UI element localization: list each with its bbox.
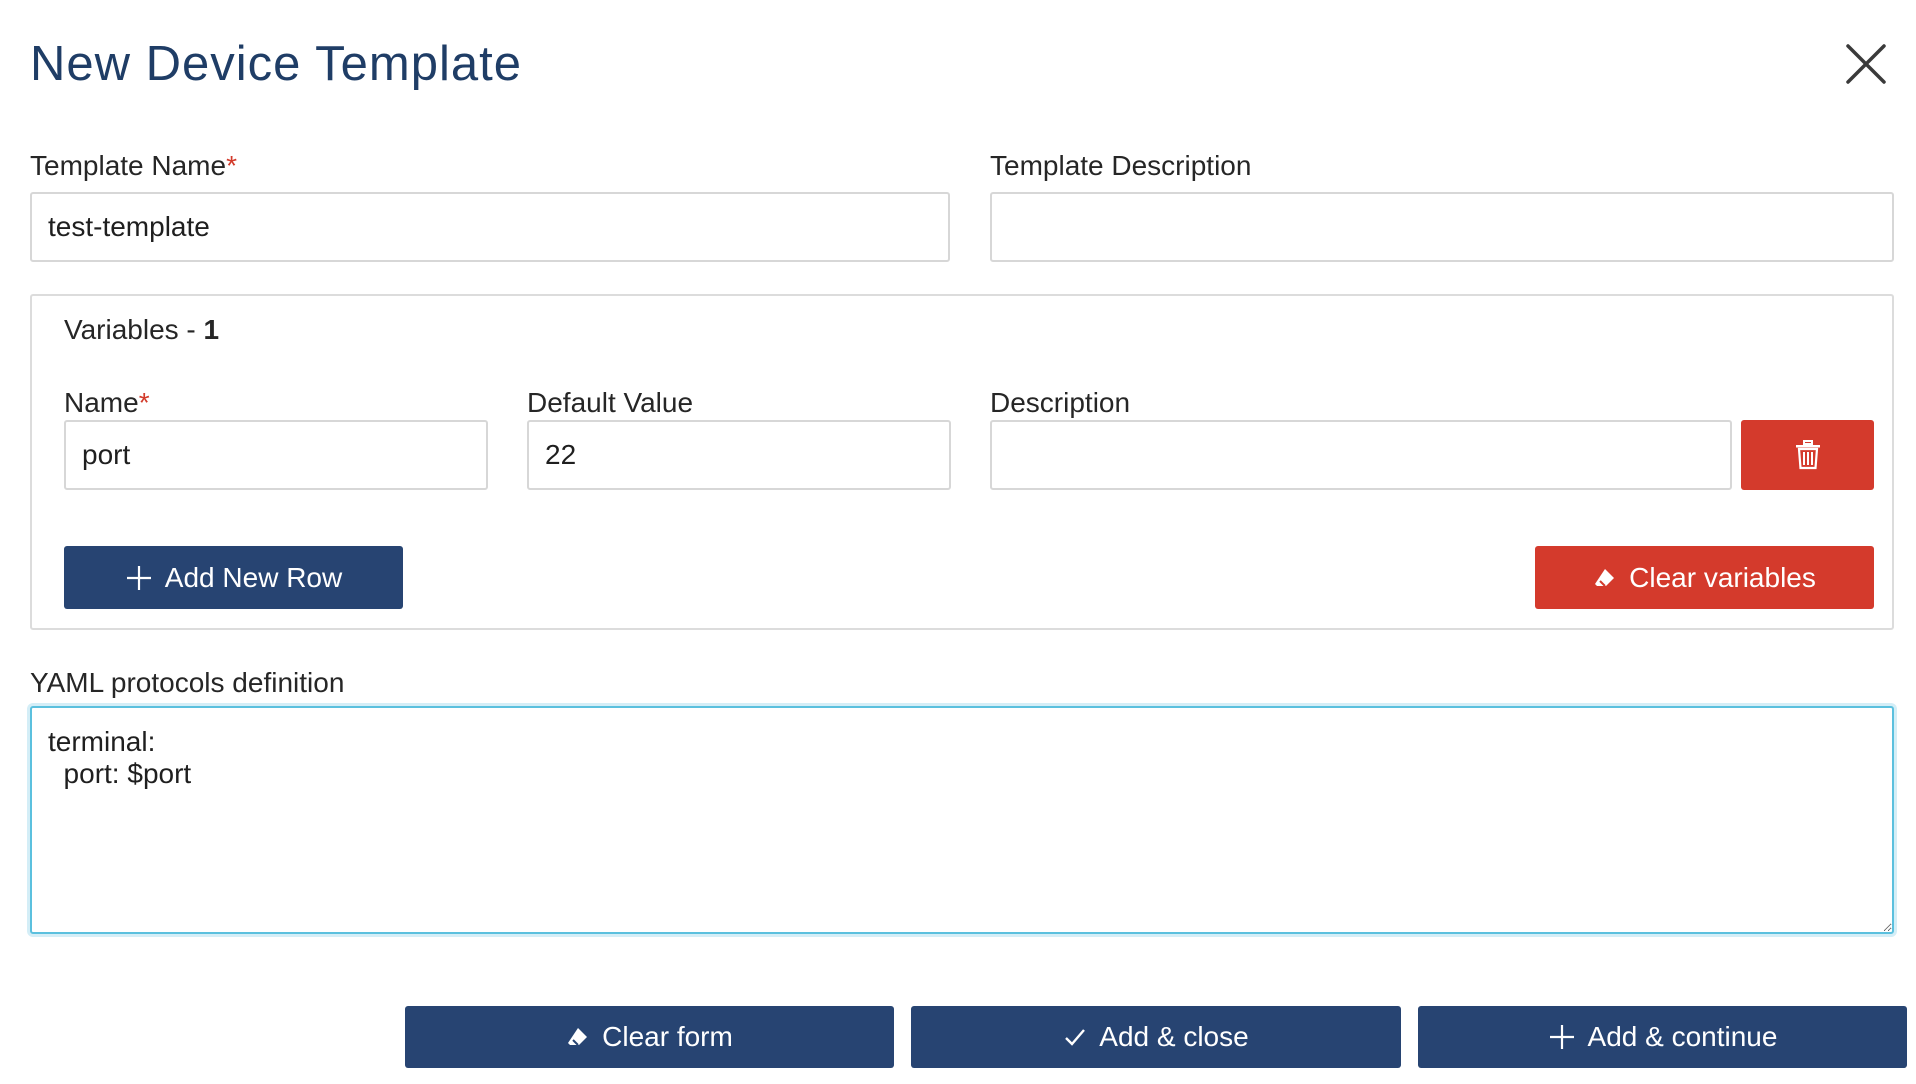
variable-default-value-label: Default Value xyxy=(527,387,694,418)
trash-icon xyxy=(1795,440,1821,470)
variable-description-label: Description xyxy=(990,387,1131,418)
variable-default-value-input[interactable] xyxy=(527,420,951,490)
dialog-title: New Device Template xyxy=(30,37,522,91)
template-name-input[interactable] xyxy=(30,192,950,262)
close-icon xyxy=(1846,44,1886,84)
add-new-row-button[interactable]: Add New Row xyxy=(64,546,403,609)
yaml-editor[interactable] xyxy=(30,706,1894,934)
eraser-icon xyxy=(1593,566,1617,590)
template-description-input[interactable] xyxy=(990,192,1894,262)
clear-variables-button[interactable]: Clear variables xyxy=(1535,546,1874,609)
close-button[interactable] xyxy=(1842,40,1890,88)
variables-heading: Variables - 1 xyxy=(64,313,219,347)
clear-variables-label: Clear variables xyxy=(1629,561,1816,593)
add-continue-button[interactable]: Add & continue xyxy=(1418,1006,1907,1068)
template-name-label-text: Template Name xyxy=(30,150,227,181)
eraser-icon xyxy=(566,1025,590,1049)
template-description-label: Template Description xyxy=(990,150,1252,181)
yaml-label: YAML protocols definition xyxy=(30,667,345,698)
add-new-row-label: Add New Row xyxy=(164,561,343,593)
delete-variable-button[interactable] xyxy=(1741,420,1874,490)
new-device-template-dialog: New Device Template Template Name* Templ… xyxy=(0,0,1916,1084)
add-close-button[interactable]: Add & close xyxy=(911,1006,1401,1068)
plus-icon xyxy=(1548,1023,1576,1051)
clear-form-label: Clear form xyxy=(602,1021,733,1052)
required-marker: * xyxy=(138,387,150,418)
variables-count: 1 xyxy=(203,314,220,345)
variables-heading-text: Variables - xyxy=(64,314,204,345)
required-marker: * xyxy=(226,150,237,181)
clear-form-button[interactable]: Clear form xyxy=(405,1006,894,1068)
add-continue-label: Add & continue xyxy=(1587,1021,1778,1052)
plus-icon xyxy=(125,564,153,592)
variable-name-label: Name* xyxy=(64,386,150,420)
variable-name-input[interactable] xyxy=(64,420,488,490)
add-close-label: Add & close xyxy=(1099,1021,1249,1052)
check-icon xyxy=(1063,1025,1087,1049)
variable-name-label-text: Name xyxy=(64,387,139,418)
template-name-label: Template Name* xyxy=(30,149,237,183)
variable-description-input[interactable] xyxy=(990,420,1732,490)
